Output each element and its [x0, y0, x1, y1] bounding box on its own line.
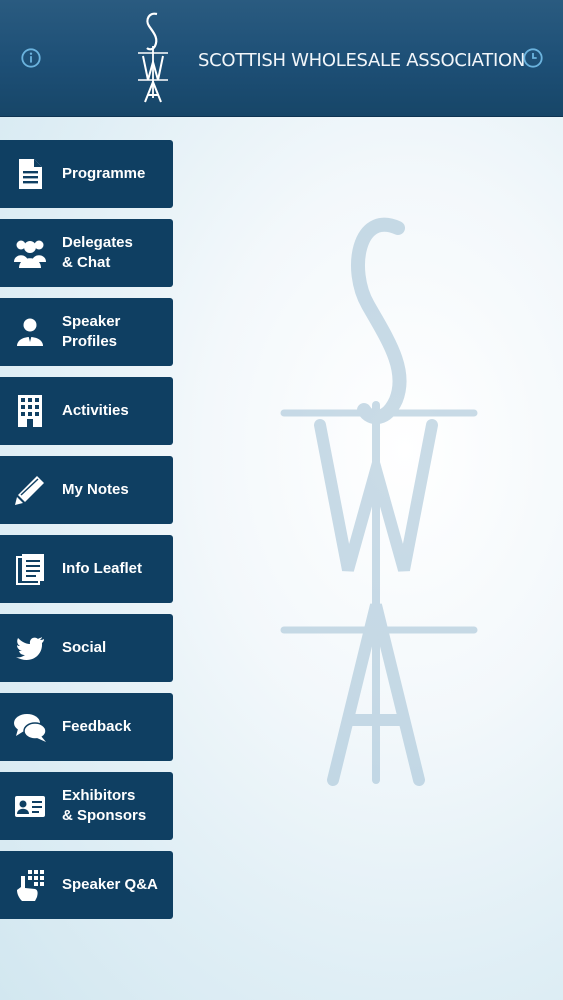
hand-keypad-icon	[12, 867, 48, 903]
swa-logo-mark	[138, 12, 168, 103]
menu-item-label: Activities	[62, 402, 129, 419]
menu-item-label: Exhibitors & Sponsors	[62, 787, 147, 824]
clock-button[interactable]	[521, 46, 545, 70]
pencil-icon	[12, 472, 48, 508]
twitter-icon	[12, 630, 48, 666]
building-icon	[12, 393, 48, 429]
id-card-icon	[12, 788, 48, 824]
menu-item-info-leaflet[interactable]: Info Leaflet	[0, 535, 173, 603]
menu-item-label: Speaker Q&A	[62, 876, 158, 893]
leaflet-icon	[12, 551, 48, 587]
menu-item-exhibitors-sponsors[interactable]: Exhibitors & Sponsors	[0, 772, 173, 840]
menu-item-speaker-qa[interactable]: Speaker Q&A	[0, 851, 173, 919]
chat-bubbles-icon	[12, 709, 48, 745]
swa-watermark	[278, 210, 478, 795]
org-name: SCOTTISH WHOLESALE ASSOCIATION	[198, 50, 525, 71]
users-icon	[12, 235, 48, 271]
menu-item-label: Feedback	[62, 718, 132, 735]
clock-icon	[523, 48, 543, 68]
speaker-icon	[12, 314, 48, 350]
menu-item-feedback[interactable]: Feedback	[0, 693, 173, 761]
menu-item-label: Programme	[62, 165, 146, 182]
app-header: SCOTTISH WHOLESALE ASSOCIATION	[0, 0, 563, 117]
menu-item-my-notes[interactable]: My Notes	[0, 456, 173, 524]
menu-item-programme[interactable]: Programme	[0, 140, 173, 208]
info-button[interactable]	[19, 46, 43, 70]
menu-item-label: My Notes	[62, 481, 129, 498]
menu-item-label: Delegates & Chat	[62, 234, 133, 271]
menu-item-speaker-profiles[interactable]: Speaker Profiles	[0, 298, 173, 366]
menu-item-activities[interactable]: Activities	[0, 377, 173, 445]
menu-item-delegates-chat[interactable]: Delegates & Chat	[0, 219, 173, 287]
menu-item-label: Social	[62, 639, 107, 656]
document-icon	[12, 156, 48, 192]
menu-item-social[interactable]: Social	[0, 614, 173, 682]
info-icon	[21, 48, 41, 68]
menu-item-label: Info Leaflet	[62, 560, 143, 577]
swa-logo	[135, 10, 171, 106]
menu-item-label: Speaker Profiles	[62, 313, 121, 350]
